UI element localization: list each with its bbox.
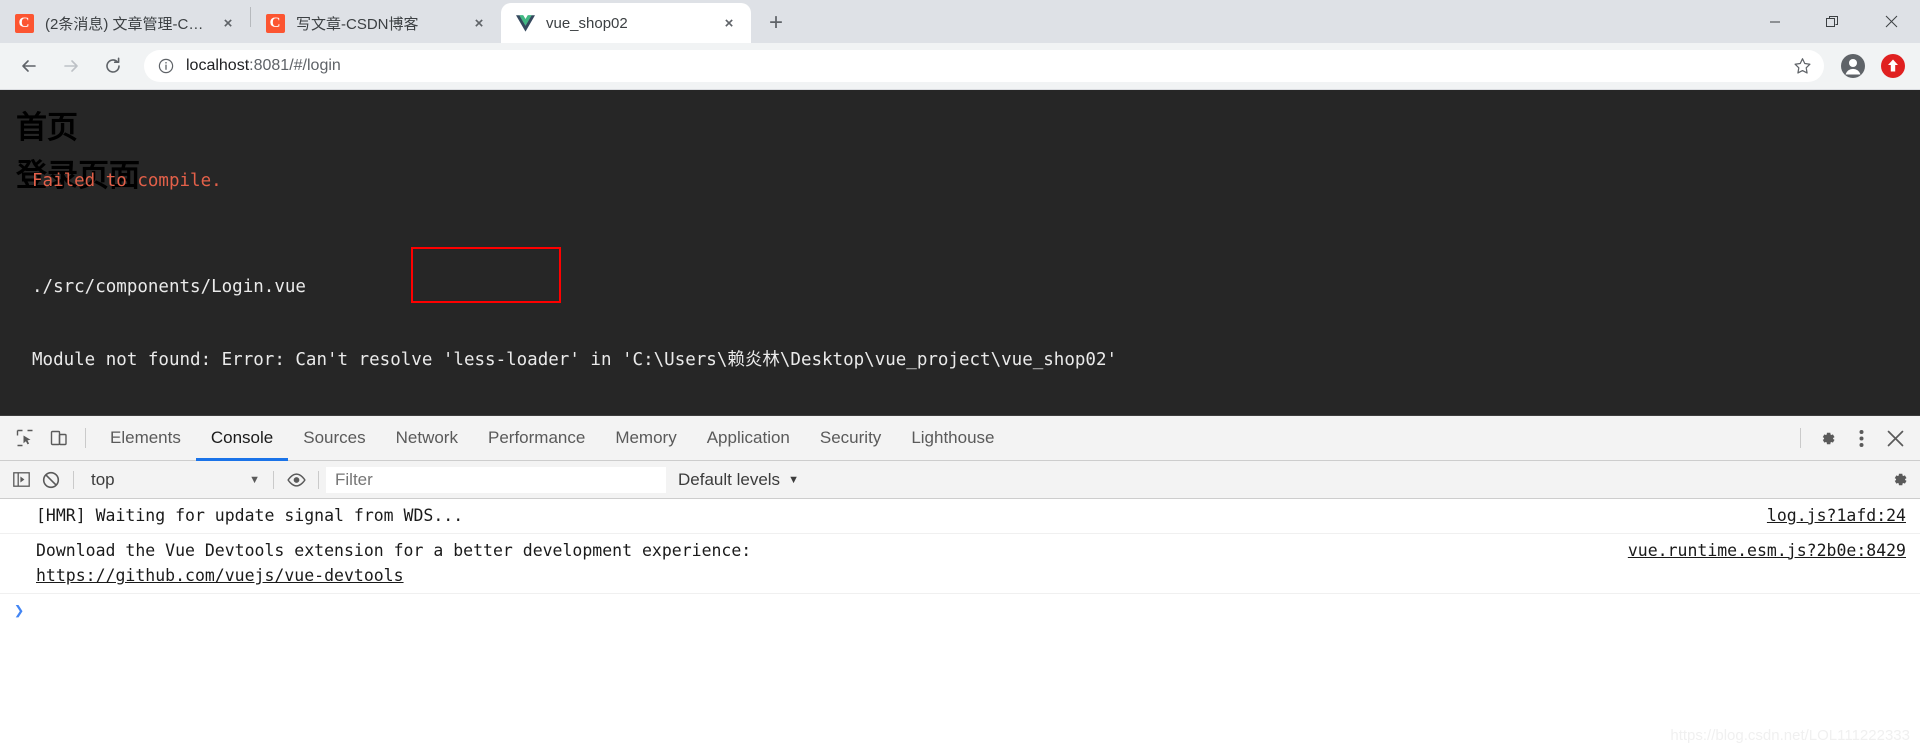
- browser-toolbar: localhost:8081/#/login: [0, 43, 1920, 90]
- devtools-tab-network[interactable]: Network: [381, 416, 473, 461]
- inspect-cursor-icon[interactable]: [8, 421, 42, 455]
- minimize-button[interactable]: [1746, 0, 1804, 43]
- console-levels-label: Default levels: [678, 469, 781, 489]
- vue-devtools-link[interactable]: https://github.com/vuejs/vue-devtools: [36, 566, 404, 585]
- tab-close-button[interactable]: ×: [216, 11, 240, 35]
- chevron-down-icon: ▼: [249, 473, 260, 486]
- tab-title: 写文章-CSDN博客: [296, 15, 419, 33]
- back-button[interactable]: [10, 47, 48, 85]
- devtools-panel: Elements Console Sources Network Perform…: [0, 415, 1920, 750]
- console-prompt-row[interactable]: ❯: [0, 594, 1920, 626]
- console-message-row[interactable]: [HMR] Waiting for update signal from WDS…: [0, 499, 1920, 534]
- tab-strip: C (2条消息) 文章管理-CSDN博客 × C 写文章-CSDN博客 × vu…: [0, 0, 1920, 43]
- devtools-tab-application[interactable]: Application: [692, 416, 805, 461]
- console-message-list[interactable]: [HMR] Waiting for update signal from WDS…: [0, 499, 1920, 750]
- error-file-path: ./src/components/Login.vue: [32, 276, 306, 297]
- live-expression-eye-icon[interactable]: [281, 465, 311, 495]
- toolbar-divider: [85, 428, 86, 448]
- devtools-tab-memory[interactable]: Memory: [600, 416, 691, 461]
- devtools-tab-performance[interactable]: Performance: [473, 416, 600, 461]
- address-bar[interactable]: localhost:8081/#/login: [144, 50, 1824, 82]
- clear-console-icon[interactable]: [36, 465, 66, 495]
- console-toolbar-divider-2: [273, 470, 274, 489]
- console-message-source-link[interactable]: vue.runtime.esm.js?2b0e:8429: [1628, 538, 1906, 564]
- url-path: :8081/#/login: [249, 57, 341, 74]
- maximize-restore-button[interactable]: [1804, 0, 1862, 43]
- csdn-icon: C: [265, 13, 285, 33]
- browser-window: C (2条消息) 文章管理-CSDN博客 × C 写文章-CSDN博客 × vu…: [0, 0, 1920, 750]
- console-message-text: [HMR] Waiting for update signal from WDS…: [36, 506, 464, 525]
- console-toolbar: top ▼ Default levels ▼: [0, 461, 1920, 499]
- vue-logo-icon: [515, 13, 535, 33]
- console-message-text: Download the Vue Devtools extension for …: [36, 538, 1608, 589]
- console-message-body: Download the Vue Devtools extension for …: [36, 540, 752, 560]
- console-toolbar-divider: [73, 470, 74, 489]
- tab-title: vue_shop02: [546, 14, 628, 32]
- browser-tab-1[interactable]: C 写文章-CSDN博客 ×: [251, 3, 501, 43]
- devtools-tab-sources[interactable]: Sources: [288, 416, 380, 461]
- devtools-tab-console[interactable]: Console: [195, 416, 289, 461]
- toolbar-divider-right: [1800, 428, 1801, 448]
- star-icon[interactable]: [1788, 52, 1816, 80]
- devtools-tab-security[interactable]: Security: [805, 416, 896, 461]
- chevron-down-icon: ▼: [788, 473, 799, 486]
- console-log-levels-selector[interactable]: Default levels ▼: [678, 470, 799, 490]
- console-filter-input[interactable]: [326, 466, 666, 493]
- kebab-menu-icon[interactable]: [1844, 421, 1878, 455]
- browser-tab-0[interactable]: C (2条消息) 文章管理-CSDN博客 ×: [0, 3, 250, 43]
- compile-error-overlay: Failed to compile. ./src/components/Logi…: [0, 90, 1920, 415]
- devtools-tab-bar: Elements Console Sources Network Perform…: [0, 416, 1920, 461]
- window-controls: [1746, 0, 1920, 43]
- console-toolbar-divider-3: [318, 470, 319, 489]
- tab-close-button[interactable]: ×: [467, 11, 491, 35]
- forward-button[interactable]: [52, 47, 90, 85]
- close-window-button[interactable]: [1862, 0, 1920, 43]
- error-title: Failed to compile.: [32, 171, 222, 191]
- browser-tab-2[interactable]: vue_shop02 ×: [501, 3, 751, 43]
- csdn-icon: C: [14, 13, 34, 33]
- console-context-value: top: [91, 469, 115, 489]
- tab-close-button[interactable]: ×: [717, 11, 741, 35]
- tab-title: (2条消息) 文章管理-CSDN博客: [45, 15, 204, 33]
- prompt-caret-icon: ❯: [14, 600, 25, 621]
- info-circle-icon[interactable]: [156, 56, 176, 76]
- console-context-selector[interactable]: top ▼: [81, 467, 266, 493]
- error-message: Module not found: Error: Can't resolve '…: [32, 350, 1118, 370]
- console-message-source-link[interactable]: log.js?1afd:24: [1767, 503, 1906, 529]
- reload-button[interactable]: [94, 47, 132, 85]
- account-avatar-icon[interactable]: [1836, 49, 1870, 83]
- devtools-tab-lighthouse[interactable]: Lighthouse: [896, 416, 1009, 461]
- gear-icon[interactable]: [1810, 421, 1844, 455]
- url-host: localhost: [186, 57, 250, 74]
- page-viewport: 首页 登录页面 Failed to compile. ./src/compone…: [0, 90, 1920, 415]
- close-icon[interactable]: [1878, 421, 1912, 455]
- devtools-tab-elements[interactable]: Elements: [95, 416, 196, 461]
- extension-upload-icon[interactable]: [1876, 49, 1910, 83]
- device-toggle-icon[interactable]: [42, 421, 76, 455]
- console-sidebar-icon[interactable]: [6, 465, 36, 495]
- url-text: localhost:8081/#/login: [186, 57, 1788, 75]
- watermark-text: https://blog.csdn.net/LOL111222333: [1670, 727, 1910, 744]
- console-message-row[interactable]: Download the Vue Devtools extension for …: [0, 534, 1920, 594]
- new-tab-button[interactable]: +: [759, 6, 793, 40]
- console-settings-gear-icon[interactable]: [1884, 465, 1914, 495]
